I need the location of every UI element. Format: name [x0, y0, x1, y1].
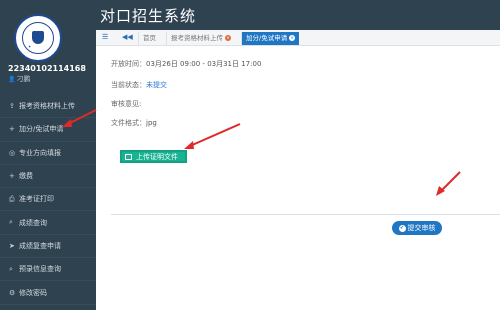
open-time-row: 开放时间：03月26日 09:00 - 03月31日 17:00 [111, 59, 261, 69]
tab-bar: ☰ ◀◀ 首页 报考资格材料上传 ✕ 加分/免试申请 ✕ [96, 30, 500, 46]
format-value: jpg [146, 119, 157, 127]
format-row: 文件格式：jpg [111, 118, 157, 128]
open-time-value: 03月26日 09:00 - 03月31日 17:00 [146, 60, 262, 68]
user-id: 22340102114168 [8, 64, 86, 73]
sidebar: ✦ 22340102114168 👤刁鹏 ⇪ 报考资格材料上传 + 加分/免试申… [0, 0, 96, 310]
upload-proof-label: 上传证明文件 [136, 152, 178, 161]
sidebar-item-label: 成绩复查申请 [19, 241, 61, 250]
settings-icon: ⚙ [9, 288, 16, 297]
sidebar-item-material-upload[interactable]: ⇪ 报考资格材料上传 [0, 95, 96, 119]
format-label: 文件格式： [111, 119, 146, 127]
sidebar-item-bonus-application[interactable]: + 加分/免试申请 [0, 118, 96, 142]
user-name: 刁鹏 [16, 75, 31, 83]
sidebar-item-label: 专业方向填报 [19, 148, 61, 157]
sidebar-item-major-direction[interactable]: ◎ 专业方向填报 [0, 142, 96, 165]
review-label: 审核意见: [111, 100, 142, 108]
sidebar-item-pre-admission[interactable]: ⌕ 预录信息查询 [0, 258, 96, 282]
sidebar-item-score-query[interactable]: ⌕ 成绩查询 [0, 211, 96, 235]
sidebar-item-score-review[interactable]: ➤ 成绩复查申请 [0, 235, 96, 259]
user-name-row: 👤刁鹏 [8, 74, 30, 84]
close-icon[interactable]: ✕ [225, 35, 231, 41]
tab-label: 首页 [143, 34, 156, 42]
status-value: 未提交 [146, 81, 167, 89]
search-icon: ⌕ [9, 264, 13, 273]
upload-icon: ⇪ [9, 102, 15, 111]
school-logo: ✦ [14, 14, 62, 62]
main-content: ☰ ◀◀ 首页 报考资格材料上传 ✕ 加分/免试申请 ✕ 开放时间：03月26日 0… [96, 30, 500, 310]
tab-bonus-application[interactable]: 加分/免试申请 ✕ [241, 32, 300, 45]
send-icon: ➤ [9, 241, 15, 250]
sidebar-menu: ⇪ 报考资格材料上传 + 加分/免试申请 ◎ 专业方向填报 + 缴费 ⎙ 准考证… [0, 95, 96, 305]
status-label: 当前状态： [111, 81, 146, 89]
submit-review-button[interactable]: ✔ 提交审核 [392, 221, 442, 235]
target-icon: ◎ [9, 148, 16, 157]
plus-icon: + [9, 125, 15, 134]
tab-label: 加分/免试申请 [246, 34, 288, 42]
status-row: 当前状态：未提交 [111, 80, 167, 90]
tab-scroll-left-icon[interactable]: ◀◀ [122, 33, 133, 43]
tab-label: 报考资格材料上传 [171, 34, 223, 42]
search-icon: ⌕ [9, 218, 13, 227]
sidebar-item-label: 加分/免试申请 [19, 125, 64, 134]
sidebar-item-admission-ticket[interactable]: ⎙ 准考证打印 [0, 188, 96, 212]
upload-proof-button[interactable]: 上传证明文件 [120, 150, 187, 163]
tab-material-upload[interactable]: 报考资格材料上传 ✕ [166, 32, 235, 45]
open-time-label: 开放时间： [111, 60, 146, 68]
sidebar-item-change-password[interactable]: ⚙ 修改密码 [0, 281, 96, 305]
user-icon: 👤 [8, 76, 16, 83]
sidebar-item-label: 缴费 [19, 172, 33, 181]
menu-toggle-icon[interactable]: ☰ [102, 33, 108, 43]
tab-home[interactable]: 首页 [138, 32, 160, 45]
sidebar-item-label: 修改密码 [19, 288, 47, 297]
printer-icon: ⎙ [9, 194, 15, 203]
submit-review-label: 提交审核 [407, 224, 436, 232]
check-icon: ✔ [398, 224, 406, 232]
review-row: 审核意见: [111, 99, 141, 109]
sidebar-item-payment[interactable]: + 缴费 [0, 165, 96, 189]
plus-icon: + [9, 172, 15, 181]
sidebar-item-label: 预录信息查询 [19, 265, 61, 274]
sidebar-item-label: 准考证打印 [19, 195, 54, 204]
close-icon[interactable]: ✕ [289, 35, 296, 41]
app-title: 对口招生系统 [100, 7, 197, 25]
divider [111, 214, 500, 215]
sidebar-item-label: 报考资格材料上传 [19, 102, 75, 111]
sidebar-item-label: 成绩查询 [19, 218, 47, 227]
image-icon [125, 153, 132, 160]
